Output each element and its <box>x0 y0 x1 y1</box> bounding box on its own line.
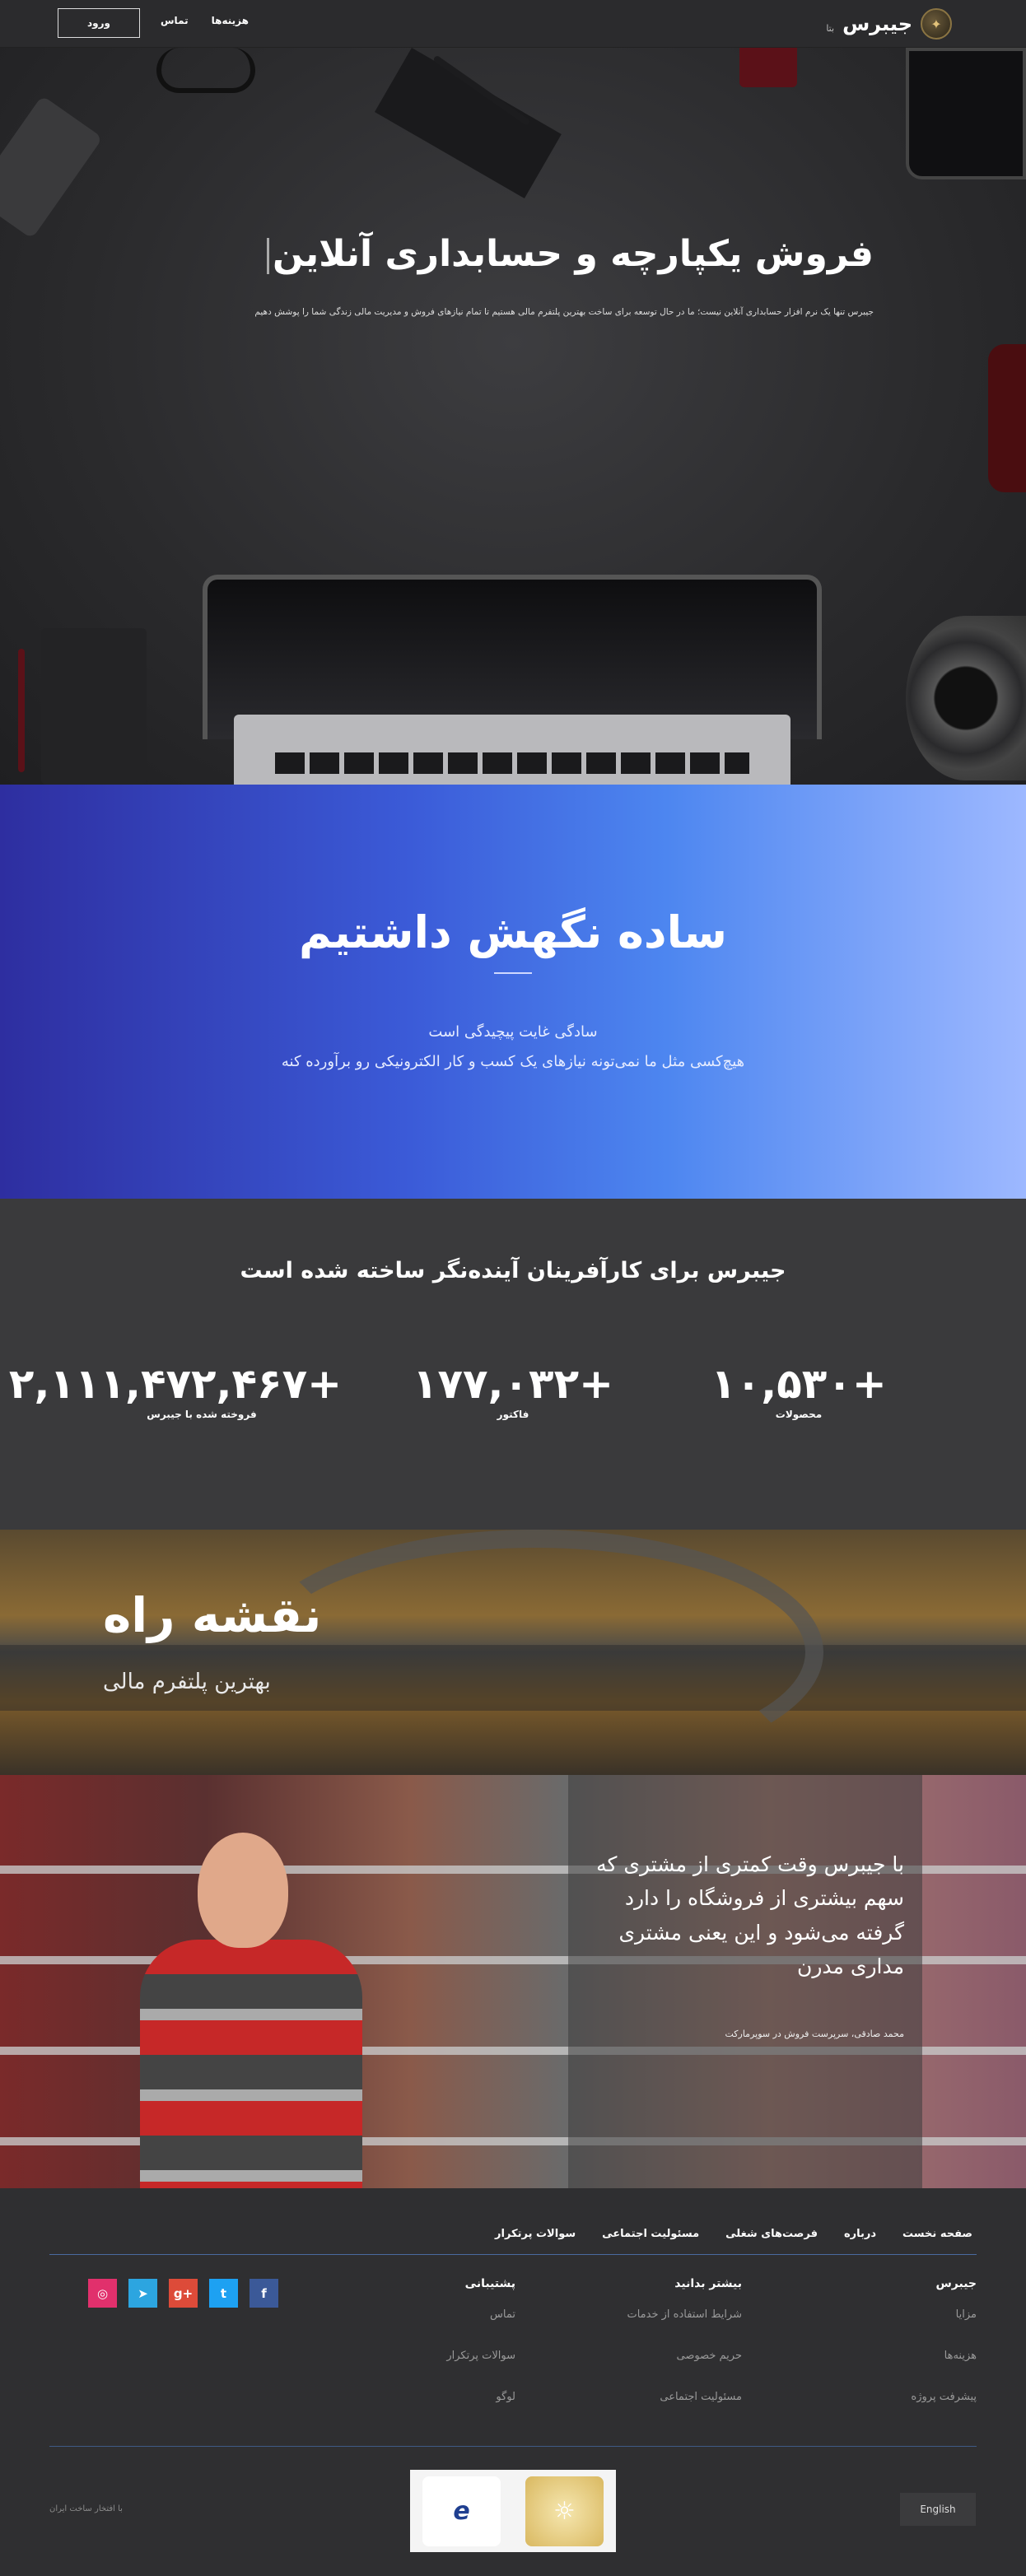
footer-link-privacy[interactable]: حریم خصوصی <box>577 2350 742 2391</box>
stat-label: محصولات <box>775 1409 823 1420</box>
telegram-icon[interactable]: ➤ <box>128 2279 157 2308</box>
footer-column-learn-more: بیشتر بدانید شرایط استفاده از خدمات حریم… <box>577 2277 742 2432</box>
stat-invoices: +۱۷۷,۰۳۲ فاکتور <box>373 1360 653 1421</box>
stats-title: جیبرس برای کارآفرینان آینده‌نگر ساخته شد… <box>240 1258 786 1283</box>
typing-cursor <box>267 238 269 274</box>
red-object-image <box>988 344 1026 492</box>
footer-link-home[interactable]: صفحه نخست <box>902 2228 972 2240</box>
brand-name: جیبرس <box>842 12 912 35</box>
footer-link-careers[interactable]: فرصت‌های شغلی <box>725 2228 818 2240</box>
stats-section: جیبرس برای کارآفرینان آینده‌نگر ساخته شد… <box>0 1199 1026 1530</box>
footer-link-logo[interactable]: لوگو <box>351 2391 515 2432</box>
tablet-image <box>906 48 1026 179</box>
enamad-badge-icon[interactable]: e <box>422 2476 501 2546</box>
footer-link-responsibility[interactable]: مسئولیت اجتماعی <box>602 2228 699 2240</box>
stat-label: فروخته شده با جیبرس <box>147 1409 257 1420</box>
nav-links: هزینه‌ها تماس <box>161 15 249 26</box>
footer-link-faq[interactable]: سوالات پرتکرار <box>495 2228 576 2240</box>
nav-link-pricing[interactable]: هزینه‌ها <box>212 15 249 26</box>
brand-logo-icon: ✦ <box>921 8 952 40</box>
laptop-keys-image <box>275 752 749 774</box>
hero-title: فروش یکپارچه و حسابداری آنلاین <box>267 233 874 275</box>
brand-beta-badge: بتا <box>826 22 835 34</box>
footer-link-faq[interactable]: سوالات پرتکرار <box>351 2350 515 2391</box>
footer-link-pricing[interactable]: هزینه‌ها <box>812 2350 977 2391</box>
footer-column-title: پشتیبانی <box>464 2277 515 2290</box>
navbar: ✦ جیبرس بتا هزینه‌ها تماس ورود <box>0 0 1026 48</box>
stat-products: +۱۰,۵۳۰ محصولات <box>659 1360 939 1421</box>
google-plus-icon[interactable]: g+ <box>169 2279 198 2308</box>
glasses-image <box>156 48 255 93</box>
footer-column-title: جیبرس <box>935 2277 977 2290</box>
divider <box>494 972 532 974</box>
testimonial-section: با جیبرس وقت کمتری از مشتری که سهم بیشتر… <box>0 1775 1026 2188</box>
red-pen-image <box>18 649 25 772</box>
footer-link-terms[interactable]: شرایط استفاده از خدمات <box>577 2308 742 2350</box>
notebook-image <box>375 48 562 198</box>
trust-badges: ☼ e <box>410 2470 616 2552</box>
nav-link-contact[interactable]: تماس <box>161 15 189 26</box>
copyright-text: با افتخار ساخت ایران <box>49 2504 123 2513</box>
simplicity-line-1: سادگی غایت پیچیدگی است <box>428 1023 598 1041</box>
footer: صفحه نخست درباره فرصت‌های شغلی مسئولیت ا… <box>0 2188 1026 2576</box>
simplicity-line-2: هیچ‌کسی مثل ما نمی‌تونه نیازهای یک کسب و… <box>281 1053 745 1070</box>
facebook-icon[interactable]: f <box>250 2279 278 2308</box>
footer-link-social-responsibility[interactable]: مسئولیت اجتماعی <box>577 2391 742 2432</box>
laptop-keyboard-image <box>234 715 790 785</box>
testimonial-author: محمد صادقی، سرپرست فروش در سوپرمارکت <box>725 2029 904 2039</box>
simplicity-title: ساده نگهش داشتیم <box>299 906 727 958</box>
hero-subtitle: جیبرس تنها یک نرم افزار حسابداری آنلاین … <box>254 307 874 317</box>
footer-divider <box>49 2254 977 2255</box>
stat-sales: +۲,۱۱۱,۴۷۲,۴۶۷ فروخته شده با جیبرس <box>8 1360 342 1421</box>
footer-link-about[interactable]: درباره <box>844 2228 876 2240</box>
person-image <box>140 1940 362 2188</box>
instagram-icon[interactable]: ◎ <box>88 2279 117 2308</box>
person-head-image <box>198 1833 288 1948</box>
footer-column-support: پشتیبانی تماس سوالات پرتکرار لوگو <box>351 2277 515 2432</box>
social-links: ◎ ➤ g+ t f <box>88 2279 278 2308</box>
stat-value: +۱۰,۵۳۰ <box>711 1360 887 1408</box>
stat-label: فاکتور <box>497 1409 529 1420</box>
stat-value: +۲,۱۱۱,۴۷۲,۴۶۷ <box>8 1360 342 1408</box>
footer-divider <box>49 2446 977 2447</box>
testimonial-quote: با جیبرس وقت کمتری از مشتری که سهم بیشتر… <box>596 1852 904 1978</box>
footer-top-links: صفحه نخست درباره فرصت‌های شغلی مسئولیت ا… <box>495 2228 972 2240</box>
hero-section: فروش یکپارچه و حسابداری آنلاین جیبرس تنه… <box>0 48 1026 785</box>
notepad-image <box>41 628 147 785</box>
roadmap-section[interactable]: نقشه راه بهترین پلتفرم مالی <box>0 1530 1026 1775</box>
red-object-image <box>739 48 797 87</box>
footer-link-features[interactable]: مزایا <box>812 2308 977 2350</box>
footer-link-progress[interactable]: پیشرفت پروژه <box>812 2391 977 2432</box>
login-button[interactable]: ورود <box>58 8 140 38</box>
phone-image <box>0 95 103 240</box>
twitter-icon[interactable]: t <box>209 2279 238 2308</box>
footer-column-title: بیشتر بدانید <box>674 2277 742 2290</box>
samandehi-badge-icon[interactable]: ☼ <box>525 2476 604 2546</box>
stat-value: +۱۷۷,۰۳۲ <box>412 1360 613 1408</box>
footer-column-jibres: جیبرس مزایا هزینه‌ها پیشرفت پروژه <box>812 2277 977 2432</box>
footer-link-contact[interactable]: تماس <box>351 2308 515 2350</box>
simplicity-section: ساده نگهش داشتیم سادگی غایت پیچیدگی است … <box>0 785 1026 1199</box>
coffee-cup-image <box>906 616 1026 780</box>
road-image <box>247 1530 823 1775</box>
roadmap-subtitle: بهترین پلتفرم مالی <box>103 1670 271 1694</box>
language-button[interactable]: English <box>900 2493 976 2526</box>
roadmap-title: نقشه راه <box>103 1587 322 1643</box>
brand[interactable]: ✦ جیبرس بتا <box>826 8 952 40</box>
